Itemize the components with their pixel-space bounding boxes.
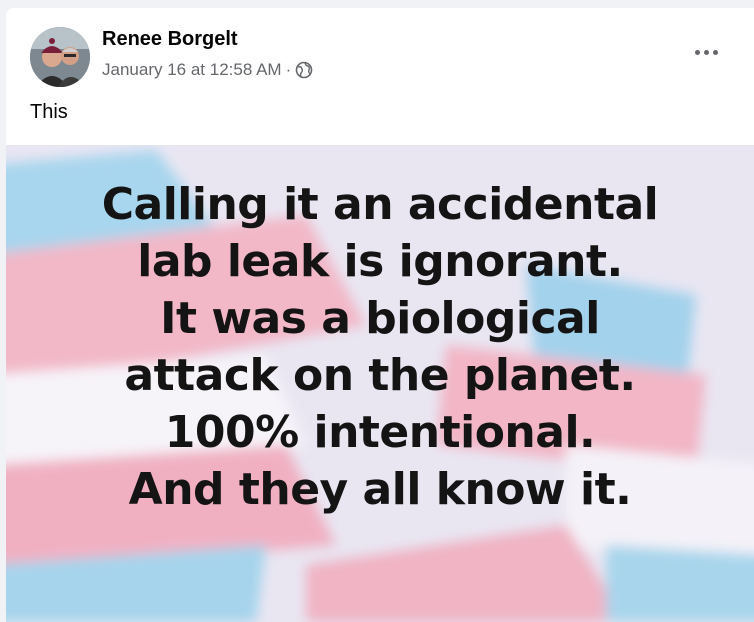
meme-line: attack on the planet. — [124, 350, 636, 401]
post-meta: January 16 at 12:58 AM · — [102, 60, 313, 80]
meta-separator: · — [285, 60, 292, 79]
author-name[interactable]: Renee Borgelt — [102, 28, 238, 51]
meme-line: 100% intentional. — [164, 407, 596, 458]
meme-text: Calling it an accidental lab leak is ign… — [6, 176, 754, 518]
post-image[interactable]: Calling it an accidental lab leak is ign… — [6, 145, 754, 622]
more-options-icon[interactable] — [686, 36, 726, 68]
post-caption: This — [30, 101, 68, 123]
post-card: Renee Borgelt January 16 at 12:58 AM · T… — [6, 8, 754, 622]
author-avatar[interactable] — [30, 27, 90, 87]
meme-line: And they all know it. — [128, 464, 632, 515]
meme-line: lab leak is ignorant. — [137, 236, 623, 287]
globe-icon[interactable] — [295, 61, 313, 79]
meme-line: Calling it an accidental — [101, 179, 659, 230]
post-timestamp[interactable]: January 16 at 12:58 AM — [102, 60, 282, 80]
meme-line: It was a biological — [160, 293, 600, 344]
post-header: Renee Borgelt January 16 at 12:58 AM · — [6, 8, 754, 88]
